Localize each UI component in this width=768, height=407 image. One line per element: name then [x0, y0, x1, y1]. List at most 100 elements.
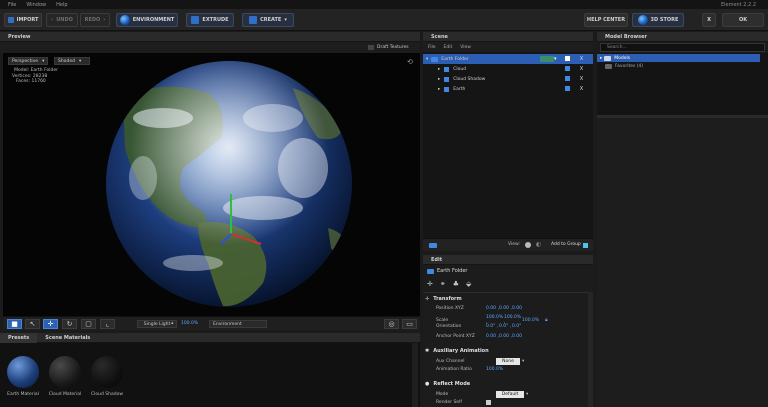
draft-textures-checkbox[interactable]	[368, 45, 374, 50]
ok-button[interactable]: OK	[722, 13, 764, 27]
model-search-input[interactable]: Search...	[600, 43, 765, 52]
folder-icon	[427, 268, 434, 274]
model-folder-models[interactable]: ▸ Models	[597, 54, 760, 62]
scale-z-value[interactable]: 100.0%	[522, 318, 539, 323]
tab-scene[interactable]: Scene	[423, 32, 456, 42]
expand-icon[interactable]: ▸	[438, 87, 440, 92]
section-title: Reflect Mode	[433, 380, 471, 387]
anchor-icon[interactable]: ⌞	[100, 319, 115, 329]
material-toggle[interactable]	[565, 86, 570, 91]
new-folder-icon[interactable]	[429, 243, 437, 248]
position-x-value[interactable]: 0.00 ,	[486, 306, 499, 311]
material-toggle[interactable]	[565, 56, 570, 61]
view-mode-icon[interactable]: ◐	[536, 241, 541, 248]
mode-select[interactable]: Default	[496, 391, 524, 398]
orientation-x-value[interactable]: 0.0° ,	[486, 324, 499, 329]
animation-ratio-row: Animation Ratio 100.0%	[436, 367, 503, 372]
delete-item-button[interactable]: X	[578, 75, 585, 82]
cloud-material-swatch[interactable]	[49, 356, 81, 388]
link-icon[interactable]: ⚭	[440, 280, 446, 288]
animation-ratio-value[interactable]: 100.0%	[486, 367, 503, 372]
edit-header: Edit	[423, 255, 593, 265]
scene-menu-view[interactable]: View	[460, 45, 471, 50]
reflect-mode-section[interactable]: ● Reflect Mode	[425, 379, 590, 388]
lock-icon[interactable]: 🔒︎	[545, 317, 547, 323]
material-toggle[interactable]	[565, 76, 570, 81]
tab-scene-materials[interactable]: Scene Materials	[37, 333, 98, 343]
aux-animation-section[interactable]: ✱ Auxiliary Animation	[425, 346, 590, 355]
scene-tree: ▾ Earth Folder ▾ ▸ Cloud ▸ Cloud Shadow …	[423, 52, 593, 238]
section-title: Transform	[433, 295, 462, 302]
scene-menu-file[interactable]: File	[428, 45, 436, 50]
expand-icon[interactable]: ▾	[426, 57, 428, 62]
extrude-button[interactable]: EXTRUDE	[186, 13, 234, 27]
position-y-value[interactable]: 0.00 ,	[499, 306, 512, 311]
tab-presets[interactable]: Presets	[0, 332, 38, 343]
move-icon[interactable]: ✛	[427, 280, 433, 288]
position-z-value[interactable]: 0.00	[512, 306, 522, 311]
delete-item-button[interactable]: X	[578, 55, 585, 62]
redo-button[interactable]: REDO ›	[80, 13, 110, 27]
expand-icon[interactable]: ▸	[600, 56, 602, 61]
chevron-down-icon[interactable]: ▾	[526, 392, 528, 397]
help-center-button[interactable]: HELP CENTER	[584, 13, 628, 27]
tab-model-browser[interactable]: Model Browser	[597, 32, 655, 42]
anchor-z-value[interactable]: 0.00	[512, 334, 522, 339]
tab-preview[interactable]: Preview	[0, 32, 39, 42]
light-intensity[interactable]: 100.0%	[181, 321, 198, 326]
import-button[interactable]: IMPORT	[4, 13, 42, 27]
expand-icon[interactable]: ▸	[438, 67, 440, 72]
render-self-checkbox[interactable]	[486, 400, 491, 405]
target-icon[interactable]: ◎	[384, 319, 399, 329]
environment-button[interactable]: ENVIRONMENT	[116, 13, 178, 27]
create-button[interactable]: CREATE ▾	[242, 13, 294, 27]
field-label: Scale	[436, 317, 449, 323]
scale-icon[interactable]: ▢	[81, 319, 96, 329]
rotate-icon[interactable]: ↻	[62, 319, 77, 329]
shape-icon[interactable]: ⬙	[466, 280, 471, 288]
add-to-group-checkbox[interactable]	[583, 243, 588, 248]
material-label: Earth Material	[7, 392, 39, 397]
environment-select[interactable]: Environment	[209, 320, 267, 328]
view-dot-icon[interactable]	[525, 242, 531, 248]
anchor-x-value[interactable]: 0.00 ,	[486, 334, 499, 339]
tab-edit[interactable]: Edit	[423, 255, 450, 265]
3d-viewport[interactable]: Perspective ▾ Shaded ▾ ⟲ Model: Earth Fo…	[3, 53, 420, 316]
shading-select[interactable]: Shaded ▾	[54, 57, 90, 65]
menu-window[interactable]: Window	[26, 2, 46, 8]
move-icon[interactable]: ✛	[43, 319, 58, 329]
model-folder-favorites[interactable]: Favorites (4)	[605, 64, 643, 69]
group-icon[interactable]: ♣	[453, 280, 459, 288]
menu-file[interactable]: File	[8, 2, 16, 8]
reset-view-icon[interactable]: ⟲	[407, 58, 413, 66]
cloud-shadow-swatch[interactable]	[91, 356, 123, 388]
add-to-group-label[interactable]: Add to Group	[551, 242, 581, 247]
orientation-y-value[interactable]: 0.0° ,	[499, 324, 512, 329]
monitor-icon[interactable]: ▭	[402, 319, 417, 329]
anchor-y-value[interactable]: 0.00 ,	[499, 334, 512, 339]
chevron-down-icon[interactable]: ▾	[554, 56, 557, 62]
model-value: Earth Folder	[30, 68, 58, 73]
delete-item-button[interactable]: X	[578, 85, 585, 92]
expand-icon[interactable]: ▸	[438, 77, 440, 82]
select-icon[interactable]: ↖	[25, 319, 40, 329]
camera-icon[interactable]: ■	[7, 319, 22, 329]
scene-menu-edit[interactable]: Edit	[444, 45, 453, 50]
close-button[interactable]: X	[702, 13, 716, 27]
light-icon[interactable]: ▴	[171, 320, 174, 326]
material-toggle[interactable]	[565, 66, 570, 71]
chevron-down-icon[interactable]: ▾	[522, 359, 524, 364]
transform-section[interactable]: ✛ Transform	[425, 294, 590, 303]
aux-channel-select[interactable]: None	[496, 358, 520, 365]
transform-icon: ✛	[425, 295, 430, 302]
orientation-z-value[interactable]: 0.0°	[512, 324, 521, 329]
visibility-toggle[interactable]	[540, 56, 554, 62]
menu-help[interactable]: Help	[56, 2, 67, 8]
3d-store-button[interactable]: 3D STORE	[632, 13, 684, 27]
undo-button[interactable]: ‹ UNDO	[46, 13, 78, 27]
edit-scrollbar[interactable]	[588, 292, 593, 407]
camera-select[interactable]: Perspective ▾	[8, 57, 48, 65]
earth-material-swatch[interactable]	[7, 356, 39, 388]
delete-item-button[interactable]: X	[578, 65, 585, 72]
presets-scrollbar[interactable]	[412, 343, 418, 407]
